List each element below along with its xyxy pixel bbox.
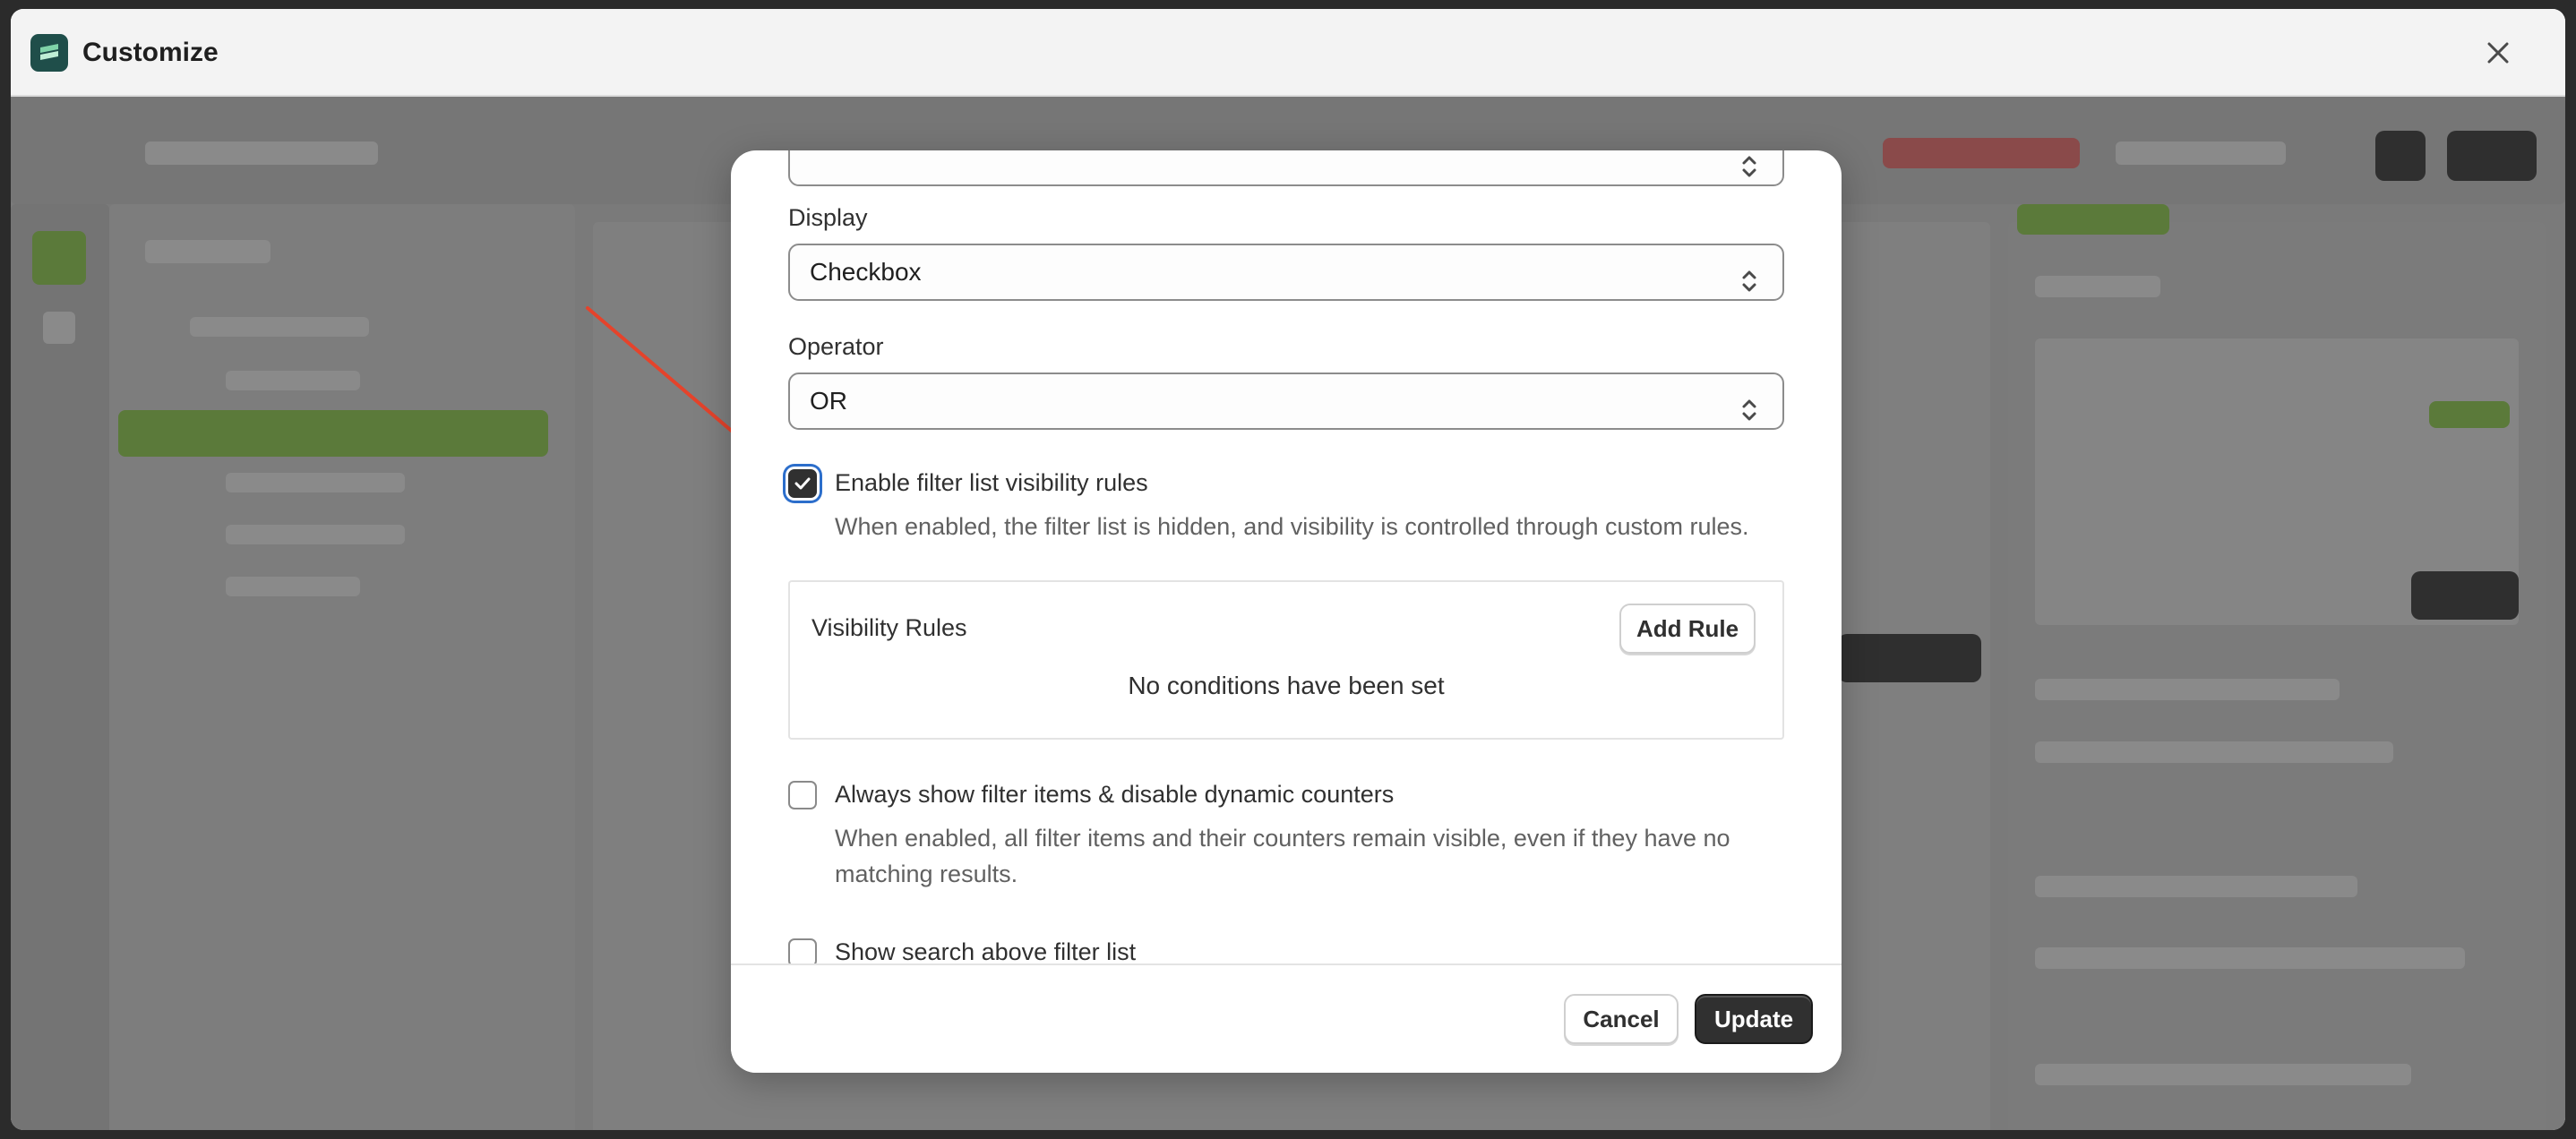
checkmark-icon: [794, 477, 811, 490]
bg-tree-item: [226, 577, 360, 596]
display-label: Display: [788, 204, 868, 231]
bg-tree-item: [226, 371, 360, 390]
operator-label: Operator: [788, 333, 884, 360]
app-logo-icon: [30, 34, 68, 72]
rules-empty-state: No conditions have been set: [1128, 672, 1445, 699]
update-button[interactable]: Update: [1695, 994, 1813, 1044]
bg-tree-item-active: [118, 410, 548, 457]
bg-status-badge: [1883, 138, 2080, 168]
filter-settings-modal: Display Checkbox Operator OR Enable filt…: [731, 150, 1842, 1073]
bg-tree-item: [190, 317, 369, 337]
always-show-checkbox[interactable]: [788, 781, 817, 809]
bg-right-row: [2035, 679, 2340, 700]
bg-icon-button: [2375, 131, 2426, 181]
visibility-rules-card: Visibility Rules Add Rule No conditions …: [788, 580, 1784, 740]
cancel-button[interactable]: Cancel: [1564, 994, 1679, 1044]
window-titlebar: Customize: [11, 9, 2565, 97]
window-title: Customize: [82, 38, 219, 67]
operator-select[interactable]: OR: [788, 373, 1784, 430]
show-search-checkbox[interactable]: [788, 938, 817, 963]
bg-main-button: [1838, 634, 1981, 682]
bg-sidebar-heading: [145, 240, 270, 263]
bg-rail-icon: [43, 312, 75, 344]
bg-right-row: [2035, 876, 2357, 897]
bg-tree-item: [226, 473, 405, 492]
close-icon[interactable]: [2481, 36, 2515, 70]
bg-right-toggle: [2429, 401, 2510, 428]
operator-select-value: OR: [810, 387, 847, 415]
bg-save-button: [2447, 131, 2537, 181]
scrolled-select[interactable]: [788, 150, 1784, 186]
bg-link: [2116, 141, 2286, 165]
bg-right-button: [2411, 571, 2519, 620]
bg-right-heading: [2035, 276, 2160, 297]
always-show-label[interactable]: Always show filter items & disable dynam…: [835, 781, 1394, 809]
bg-right-badge: [2017, 204, 2169, 235]
bg-right-row: [2035, 1064, 2411, 1085]
chevron-up-down-icon: [1739, 260, 1759, 313]
bg-rail-active: [32, 231, 86, 285]
bg-right-row: [2035, 947, 2465, 969]
bg-sidebar: [109, 204, 575, 1130]
visibility-rules-checkbox[interactable]: [788, 469, 817, 498]
always-show-help: When enabled, all filter items and their…: [835, 825, 1730, 887]
chevron-up-down-icon: [1739, 389, 1759, 442]
display-select[interactable]: Checkbox: [788, 244, 1784, 301]
chevron-up-down-icon: [1739, 150, 1759, 199]
bg-tree-item: [226, 525, 405, 544]
show-search-label[interactable]: Show search above filter list: [835, 938, 1136, 963]
visibility-rules-label[interactable]: Enable filter list visibility rules: [835, 469, 1148, 497]
visibility-rules-help: When enabled, the filter list is hidden,…: [835, 513, 1749, 540]
add-rule-button[interactable]: Add Rule: [1619, 604, 1756, 654]
display-select-value: Checkbox: [810, 258, 922, 286]
modal-scroll-area[interactable]: Display Checkbox Operator OR Enable filt…: [731, 150, 1842, 963]
visibility-rules-title: Visibility Rules: [811, 614, 967, 641]
bg-title-placeholder: [145, 141, 378, 165]
bg-right-row: [2035, 741, 2393, 763]
modal-footer: Cancel Update: [731, 963, 1842, 1073]
